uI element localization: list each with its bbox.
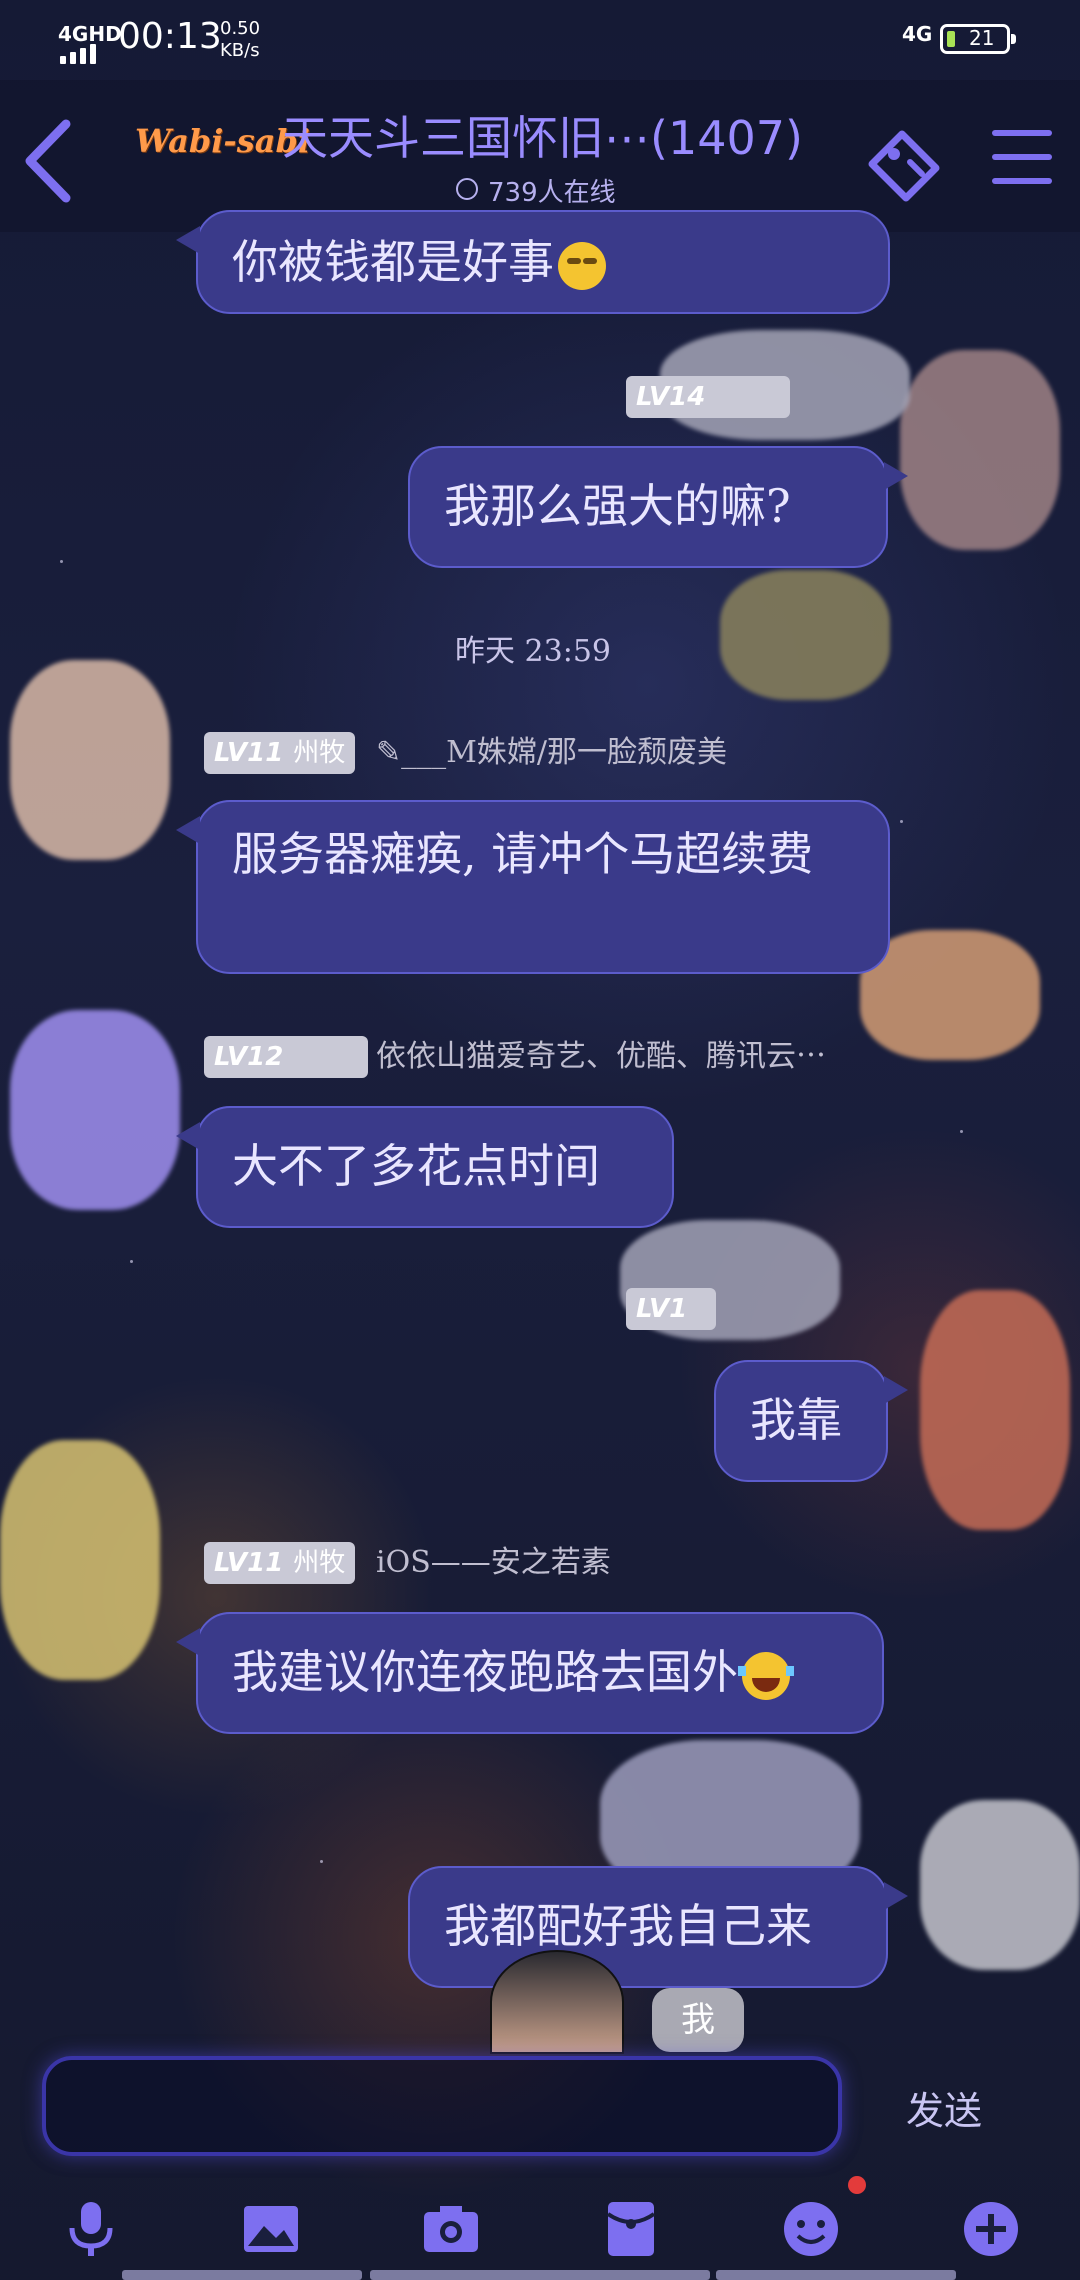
- message-bubble[interactable]: 大不了多花点时间: [176, 1106, 674, 1228]
- message-text: 我都配好我自己来: [444, 1899, 812, 1953]
- level-text: LV11: [214, 738, 284, 768]
- message-text: 大不了多花点时间: [232, 1139, 600, 1193]
- sender-nickname[interactable]: iOS——安之若素: [376, 1542, 611, 1584]
- speed-unit: KB/s: [220, 40, 260, 61]
- plus-icon[interactable]: [956, 2194, 1026, 2264]
- message-input[interactable]: [42, 2056, 842, 2156]
- message-bubble[interactable]: 我靠: [714, 1360, 908, 1482]
- mention-bubble[interactable]: 我: [652, 1988, 744, 2052]
- nav-bar-segment: [122, 2270, 362, 2280]
- star: [900, 820, 903, 823]
- redaction-scribble: [920, 1290, 1070, 1530]
- send-button[interactable]: 发送: [906, 2080, 982, 2135]
- network-type: 4GHD: [58, 22, 122, 46]
- message-text: 我建议你连夜跑路去国外: [232, 1645, 738, 1699]
- camera-icon[interactable]: [416, 2194, 486, 2264]
- nav-bar-segment: [716, 2270, 956, 2280]
- level-badge: LV1: [626, 1288, 716, 1330]
- menu-icon[interactable]: [992, 130, 1052, 186]
- level-text: LV1: [636, 1294, 688, 1324]
- star: [130, 1260, 133, 1263]
- message-text: 我靠: [750, 1393, 842, 1447]
- battery-level: 21: [969, 26, 995, 50]
- level-badge: LV14: [626, 376, 790, 418]
- emoji-icon[interactable]: [776, 2194, 846, 2264]
- message-text: 服务器瘫痪, 请冲个马超续费: [232, 827, 814, 881]
- redaction-scribble: [10, 660, 170, 860]
- timestamp: 昨天 23:59: [455, 634, 611, 669]
- level-text: LV12: [214, 1042, 284, 1072]
- redaction-scribble: [920, 1800, 1080, 1970]
- star: [960, 1130, 963, 1133]
- online-count[interactable]: 739人在线: [456, 172, 616, 209]
- level-badge: LV11 州牧: [204, 1542, 356, 1584]
- message-bubble[interactable]: 我那么强大的嘛?: [408, 446, 908, 568]
- clock: 00:13: [118, 16, 222, 57]
- group-title[interactable]: 天天斗三国怀旧⋯(1407): [282, 102, 803, 168]
- input-toolbar: [0, 2176, 1080, 2280]
- message-bubble[interactable]: 服务器瘫痪, 请冲个马超续费: [176, 800, 890, 974]
- redaction-scribble: [720, 570, 890, 700]
- message-bubble[interactable]: 我都配好我自己来: [408, 1866, 908, 1988]
- notification-dot: [848, 2176, 866, 2194]
- battery-icon: 21: [940, 24, 1016, 54]
- network-speed: 0.50 KB/s: [220, 18, 260, 62]
- message-bubble[interactable]: 我建议你连夜跑路去国外: [176, 1612, 884, 1734]
- level-badge: LV12: [204, 1036, 368, 1078]
- red-packet-icon[interactable]: [596, 2194, 666, 2264]
- sender-nickname[interactable]: 依依山猫爱奇艺、优酷、腾讯云⋯: [376, 1036, 826, 1078]
- member-title: 州牧: [293, 738, 346, 768]
- member-title: 州牧: [293, 1548, 346, 1578]
- mobile-data-indicator: 4G: [902, 22, 933, 46]
- laugh-emoji: [738, 1652, 794, 1700]
- redaction-scribble: [0, 1440, 160, 1680]
- redaction-scribble: [10, 1010, 180, 1210]
- nav-bar-segment: [370, 2270, 710, 2280]
- message-bubble[interactable]: 你被钱都是好事: [176, 210, 890, 314]
- star: [60, 560, 63, 563]
- image-icon[interactable]: [236, 2194, 306, 2264]
- status-bar: 4GHD 00:13 0.50 KB/s 4G 21: [0, 0, 1080, 80]
- level-badge: LV11 州牧: [204, 732, 356, 774]
- group-tag-icon[interactable]: [862, 124, 946, 204]
- speed-value: 0.50: [220, 18, 261, 39]
- signal-icon: [60, 44, 100, 68]
- message-text: 你被钱都是好事: [232, 235, 554, 289]
- message-text: 我那么强大的嘛?: [444, 479, 791, 533]
- sender-nickname[interactable]: ✎___M姝嫦/那一脸颓废美: [376, 732, 727, 774]
- level-text: LV11: [214, 1548, 284, 1578]
- avatar[interactable]: [490, 1950, 624, 2054]
- microphone-icon[interactable]: [56, 2194, 126, 2264]
- level-text: LV14: [636, 382, 706, 412]
- redaction-scribble: [900, 350, 1060, 550]
- back-icon[interactable]: [18, 116, 82, 206]
- smirk-emoji: [558, 242, 606, 290]
- star: [320, 1860, 323, 1863]
